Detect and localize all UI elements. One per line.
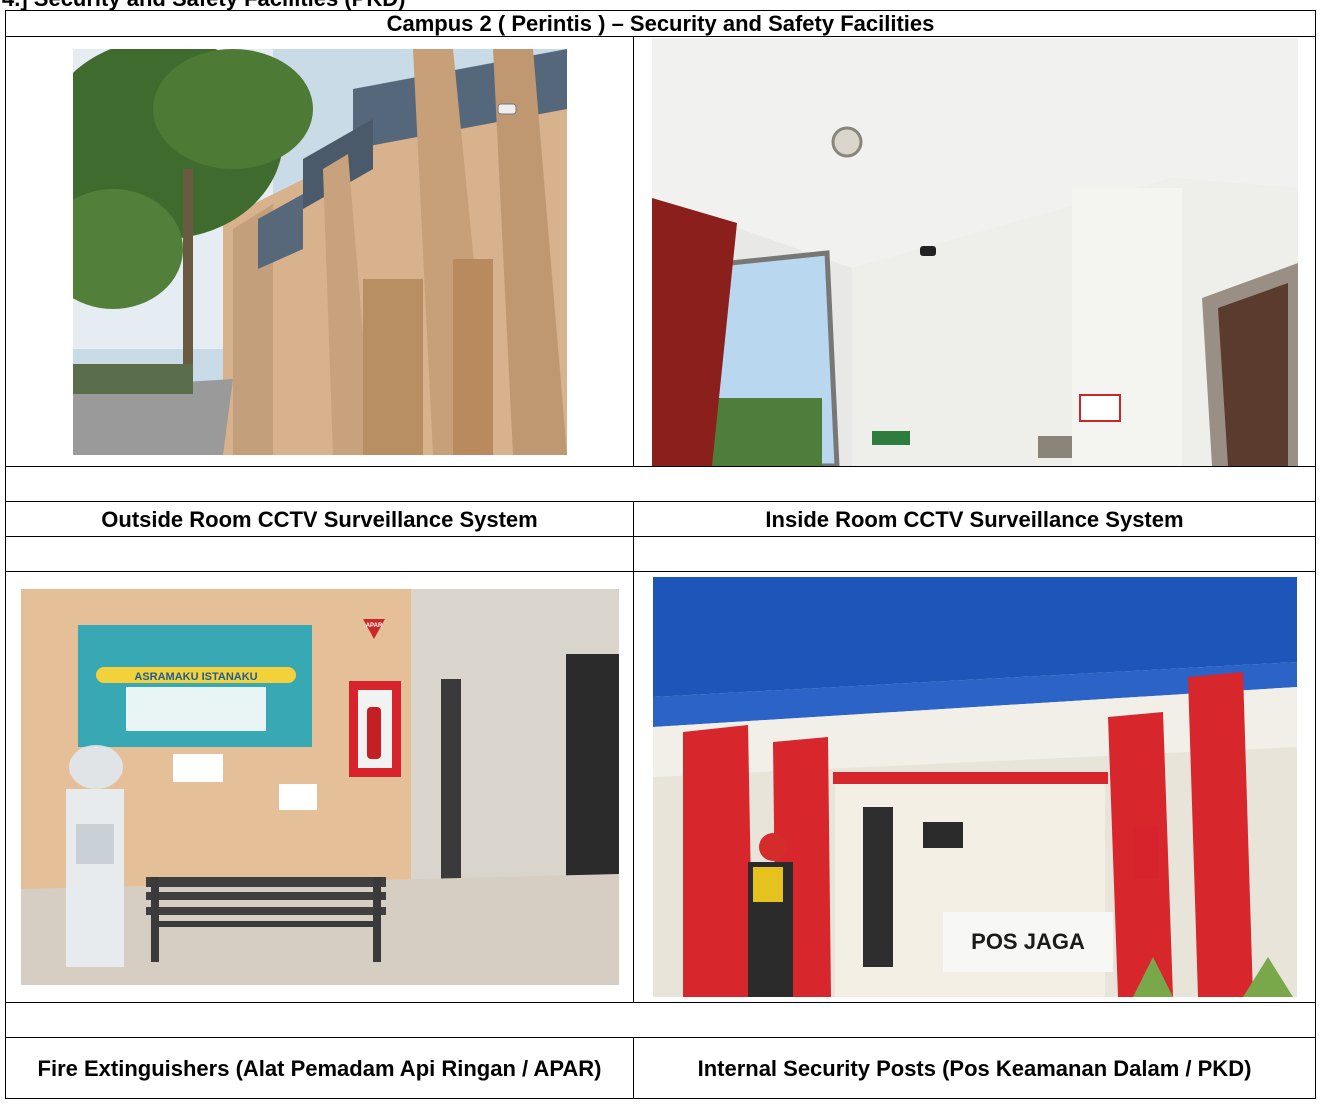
- spacer-cell: [5, 536, 634, 572]
- spacer-row: [5, 536, 1316, 572]
- spacer-cell: [633, 536, 1316, 572]
- security-post-photo: POS JAGA: [652, 577, 1297, 997]
- table-title: Campus 2 ( Perintis ) – Security and Saf…: [5, 10, 1316, 37]
- inside-cctv-photo-cell: [633, 36, 1316, 467]
- spacer-cell: [5, 466, 1316, 502]
- pos-jaga-sign: POS JAGA: [971, 929, 1085, 954]
- fire-extinguisher-photo: ASRAMAKU ISTANAKU APAR: [20, 589, 619, 985]
- outside-cctv-photo: [72, 48, 567, 455]
- spacer-row: [5, 1002, 1316, 1038]
- title-row: Campus 2 ( Perintis ) – Security and Saf…: [5, 10, 1316, 37]
- spacer-row: [5, 466, 1316, 502]
- apar-sign-label: APAR: [365, 623, 382, 629]
- facilities-table: Campus 2 ( Perintis ) – Security and Saf…: [5, 10, 1316, 1099]
- banner-title: ASRAMAKU ISTANAKU: [134, 671, 257, 683]
- caption-row: Fire Extinguishers (Alat Pemadam Api Rin…: [5, 1037, 1316, 1099]
- fire-extinguisher-caption: Fire Extinguishers (Alat Pemadam Api Rin…: [5, 1037, 634, 1099]
- inside-cctv-caption: Inside Room CCTV Surveillance System: [633, 501, 1316, 537]
- cut-off-heading: 4.] Security and Safety Facilities (PKD): [0, 0, 1321, 10]
- photo-row: ASRAMAKU ISTANAKU APAR POS JAGA: [5, 571, 1316, 1003]
- inside-cctv-photo: [651, 37, 1298, 466]
- fire-extinguisher-photo-cell: ASRAMAKU ISTANAKU APAR: [5, 571, 634, 1003]
- photo-row: [5, 36, 1316, 467]
- outside-cctv-caption: Outside Room CCTV Surveillance System: [5, 501, 634, 537]
- caption-row: Outside Room CCTV Surveillance System In…: [5, 501, 1316, 537]
- outside-cctv-photo-cell: [5, 36, 634, 467]
- security-post-photo-cell: POS JAGA: [633, 571, 1316, 1003]
- spacer-cell: [5, 1002, 1316, 1038]
- security-post-caption: Internal Security Posts (Pos Keamanan Da…: [633, 1037, 1316, 1099]
